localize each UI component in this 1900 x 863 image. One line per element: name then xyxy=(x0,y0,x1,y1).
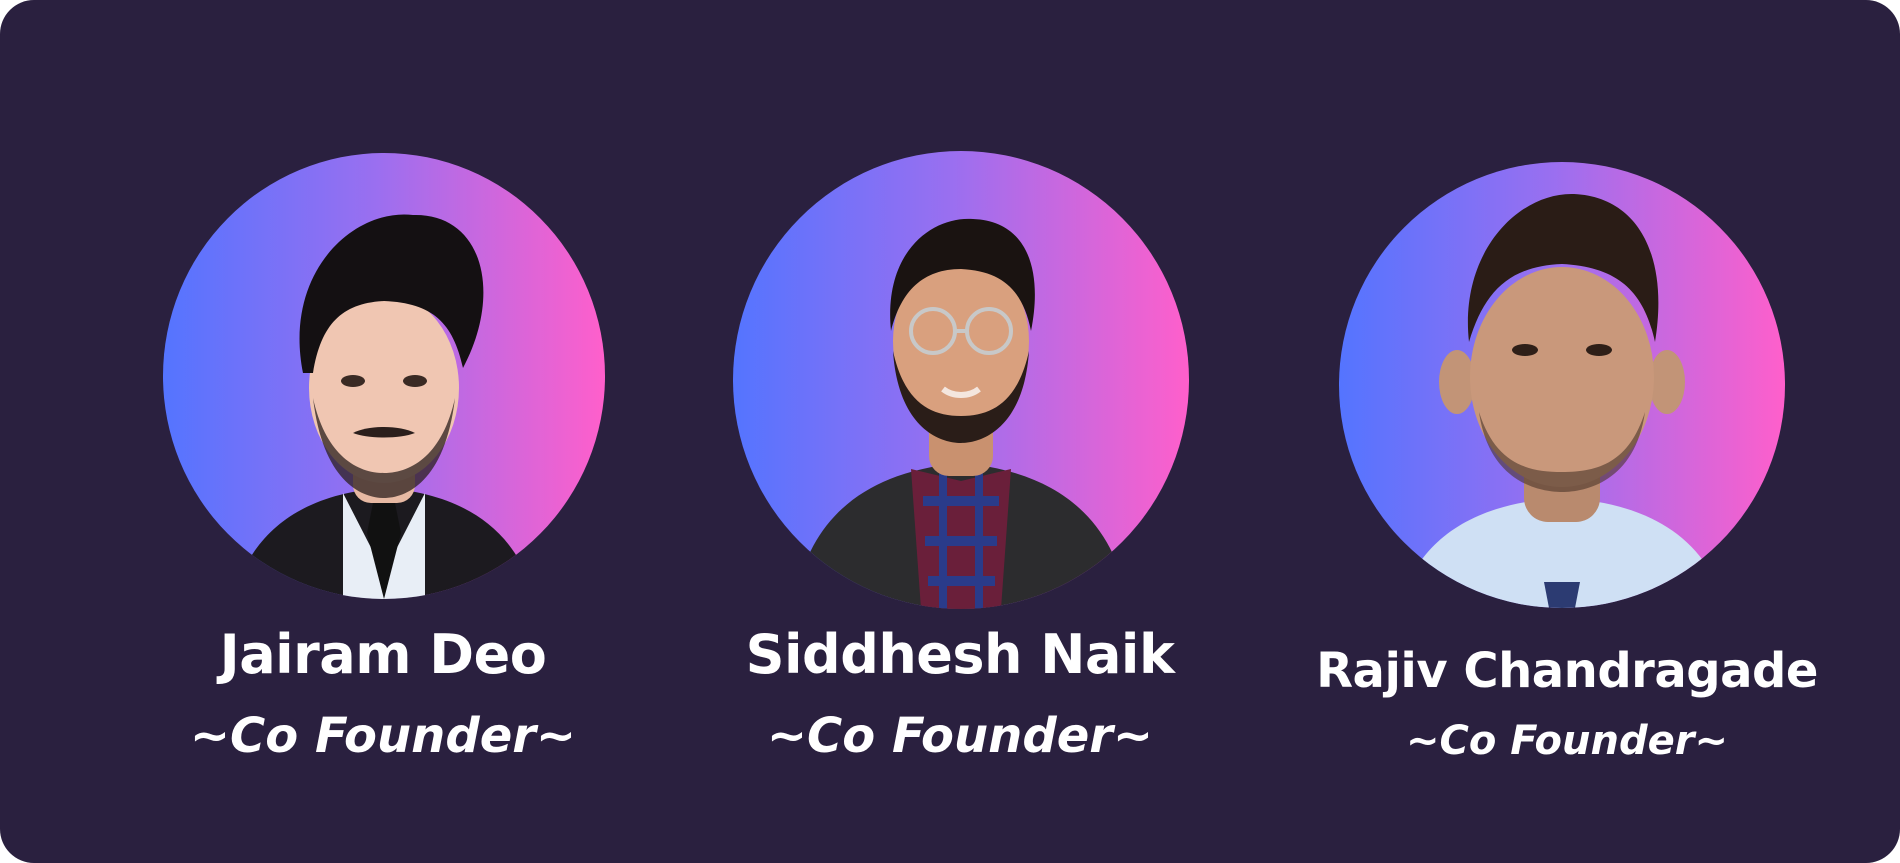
member-role: ~Co Founder~ xyxy=(766,708,1154,764)
person-photo-icon xyxy=(793,218,1129,609)
person-photo-icon xyxy=(1399,193,1725,608)
team-card: Jairam Deo ~Co Founder~ Siddhesh Naik ~C… xyxy=(0,0,1900,863)
team-member-siddhesh: Siddhesh Naik ~Co Founder~ xyxy=(700,0,1220,863)
member-name: Jairam Deo xyxy=(219,623,547,686)
member-role: ~Co Founder~ xyxy=(1406,718,1728,764)
profile-photo xyxy=(163,153,605,599)
member-name: Siddhesh Naik xyxy=(745,623,1175,686)
profile-photo xyxy=(733,151,1189,609)
person-photo-icon xyxy=(233,214,535,599)
member-name: Rajiv Chandragade xyxy=(1316,643,1818,699)
team-member-rajiv: Rajiv Chandragade ~Co Founder~ xyxy=(1307,0,1827,863)
profile-photo xyxy=(1339,162,1785,608)
team-member-jairam: Jairam Deo ~Co Founder~ xyxy=(123,0,643,863)
member-role: ~Co Founder~ xyxy=(189,708,577,764)
